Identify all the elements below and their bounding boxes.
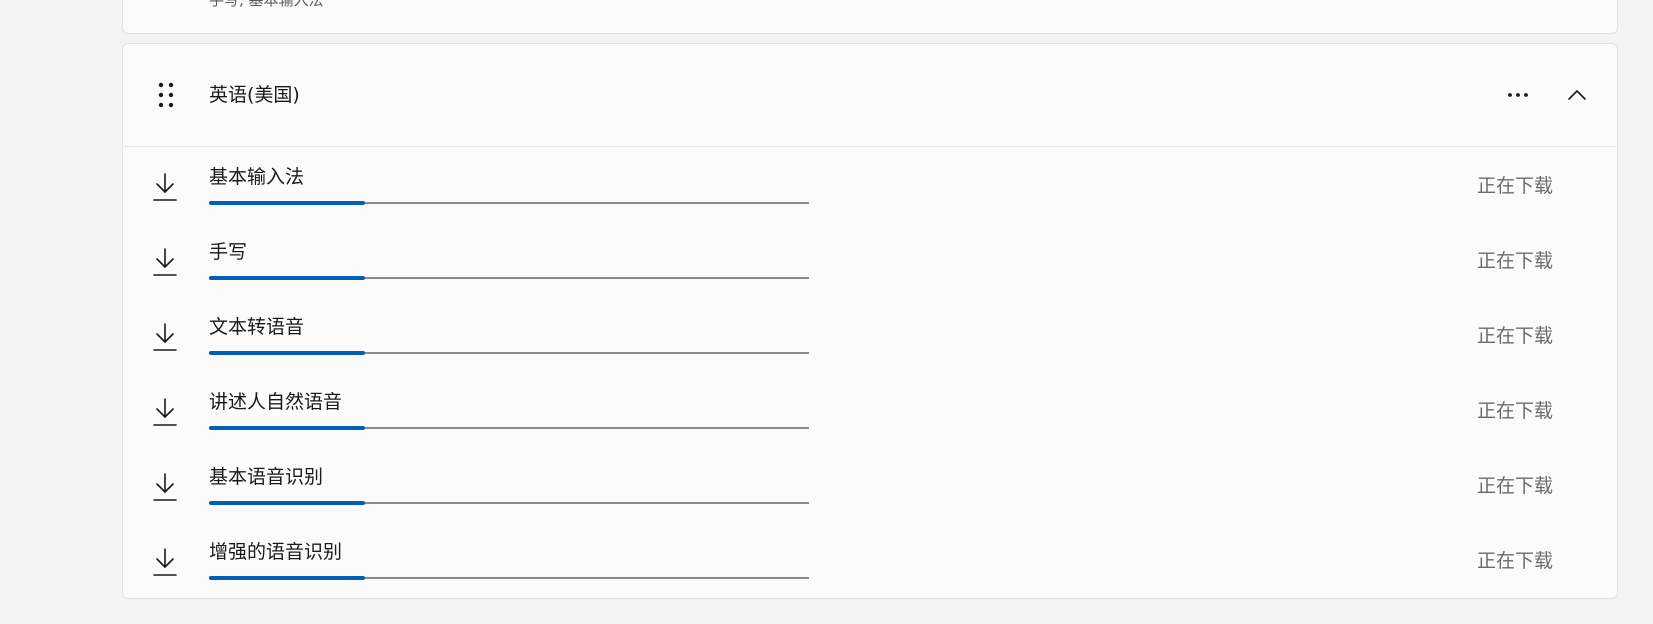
download-icon <box>152 472 178 502</box>
collapse-button[interactable] <box>1560 78 1594 112</box>
download-progress-fill <box>209 201 365 205</box>
feature-name: 手写 <box>209 241 248 263</box>
download-progress-fill <box>209 501 365 505</box>
download-status: 正在下载 <box>1476 250 1553 272</box>
download-progress-bar <box>209 576 809 580</box>
feature-list: 基本输入法 正在下载 手写 正在下载 文本转语音 正在下载 讲述人自然语音 正在… <box>123 147 1617 597</box>
download-icon <box>152 322 178 352</box>
download-progress-fill <box>209 426 365 430</box>
download-status: 正在下载 <box>1476 550 1553 572</box>
feature-row: 讲述人自然语音 正在下载 <box>123 372 1617 447</box>
feature-row: 基本语音识别 正在下载 <box>123 447 1617 522</box>
language-card-en-us: 英语(美国) 基本输入法 正在下载 手写 正在下载 文本转语音 正在下载 讲述人… <box>122 43 1618 599</box>
download-progress-bar <box>209 351 809 355</box>
drag-handle-icon[interactable] <box>157 82 175 108</box>
feature-name: 讲述人自然语音 <box>209 391 343 413</box>
download-progress-bar <box>209 501 809 505</box>
chevron-up-icon <box>1568 90 1586 100</box>
feature-row: 手写 正在下载 <box>123 222 1617 297</box>
download-progress-bar <box>209 426 809 430</box>
feature-name: 增强的语音识别 <box>209 541 343 563</box>
download-status: 正在下载 <box>1476 325 1553 347</box>
download-status: 正在下载 <box>1476 475 1553 497</box>
more-horizontal-icon <box>1508 93 1528 97</box>
download-status: 正在下载 <box>1476 400 1553 422</box>
feature-name: 基本语音识别 <box>209 466 324 488</box>
previous-language-card[interactable]: 手写, 基本输入法 <box>122 0 1618 34</box>
more-options-button[interactable] <box>1501 78 1535 112</box>
download-icon <box>152 397 178 427</box>
language-name: 英语(美国) <box>209 84 300 106</box>
previous-card-features-text: 手写, 基本输入法 <box>209 0 324 9</box>
feature-row: 文本转语音 正在下载 <box>123 297 1617 372</box>
language-card-header[interactable]: 英语(美国) <box>123 44 1617 147</box>
feature-name: 文本转语音 <box>209 316 305 338</box>
download-progress-fill <box>209 351 365 355</box>
download-progress-fill <box>209 276 365 280</box>
download-progress-bar <box>209 276 809 280</box>
download-status: 正在下载 <box>1476 175 1553 197</box>
feature-row: 增强的语音识别 正在下载 <box>123 522 1617 597</box>
feature-row: 基本输入法 正在下载 <box>123 147 1617 222</box>
download-progress-fill <box>209 576 365 580</box>
download-icon <box>152 247 178 277</box>
feature-name: 基本输入法 <box>209 166 305 188</box>
download-progress-bar <box>209 201 809 205</box>
download-icon <box>152 172 178 202</box>
download-icon <box>152 547 178 577</box>
